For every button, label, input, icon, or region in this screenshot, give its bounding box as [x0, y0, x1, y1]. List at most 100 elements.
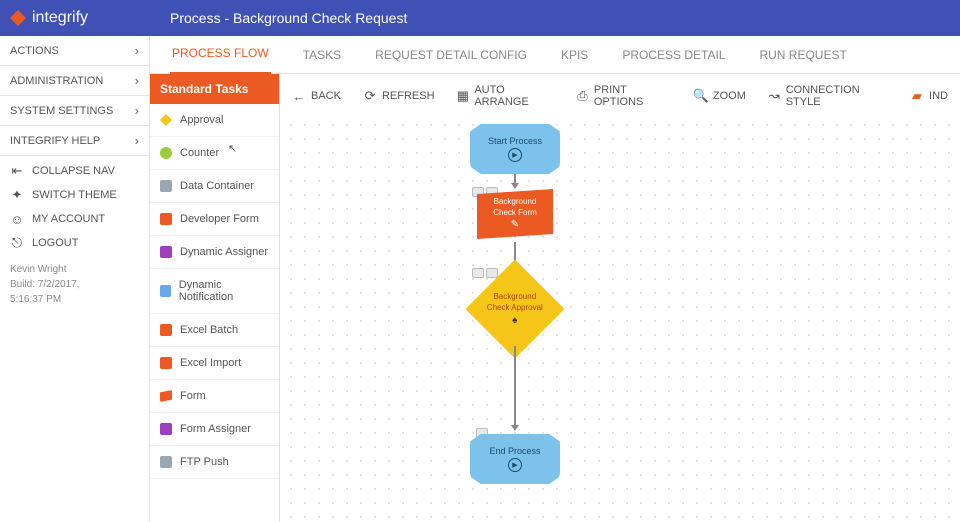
- dynamic-assigner-icon: [160, 246, 172, 258]
- auto-arrange-button[interactable]: ▦ AUTO ARRANGE: [457, 84, 555, 108]
- edit-icon: ✎: [511, 219, 519, 230]
- node-toolbar-icons: [472, 268, 498, 278]
- toolbar-label: PRINT OPTIONS: [594, 84, 672, 108]
- chevron-right-icon: ›: [135, 133, 139, 148]
- nav-integrify-help[interactable]: INTEGRIFY HELP ›: [0, 126, 149, 156]
- nav-actions[interactable]: ACTIONS ›: [0, 36, 149, 66]
- palette-label: FTP Push: [180, 456, 229, 468]
- palette-label: Dynamic Notification: [179, 279, 269, 303]
- arrow-left-icon: ←: [292, 89, 306, 103]
- toolbar-label: BACK: [311, 90, 341, 102]
- palette-label: Developer Form: [180, 213, 259, 225]
- flow-canvas[interactable]: Start Process ▶: [280, 114, 960, 522]
- node-label-line1: Background: [494, 198, 537, 207]
- dynamic-notification-icon: [160, 285, 171, 297]
- developer-form-icon: [160, 213, 172, 225]
- approval-icon: [160, 114, 172, 126]
- app-header: integrify Process - Background Check Req…: [0, 0, 960, 36]
- tool-label: COLLAPSE NAV: [32, 165, 115, 177]
- brand-logo: integrify: [10, 9, 150, 27]
- refresh-icon: ⟳: [363, 89, 377, 103]
- nav-system-settings[interactable]: SYSTEM SETTINGS ›: [0, 96, 149, 126]
- palette-item-excel-import[interactable]: Excel Import: [150, 347, 279, 380]
- node-label-line1: Background: [494, 293, 537, 302]
- palette-label: Excel Import: [180, 357, 241, 369]
- tab-process-detail[interactable]: PROCESS DETAIL: [620, 36, 727, 74]
- palette-label: Counter: [180, 147, 219, 159]
- cursor-icon: ↖: [228, 142, 237, 155]
- ftp-push-icon: [160, 456, 172, 468]
- nav-label: ACTIONS: [10, 45, 59, 57]
- palette-label: Dynamic Assigner: [180, 246, 268, 258]
- node-label-line2: Check Form: [493, 209, 537, 218]
- tab-strip: PROCESS FLOW TASKS REQUEST DETAIL CONFIG…: [150, 36, 960, 74]
- connection-icon: ↝: [768, 89, 781, 103]
- build-time: 5:16:37 PM: [10, 292, 139, 307]
- tab-process-flow[interactable]: PROCESS FLOW: [170, 34, 271, 75]
- play-icon: ▶: [508, 458, 522, 472]
- palette-item-form-assigner[interactable]: Form Assigner: [150, 413, 279, 446]
- print-options-button[interactable]: ⎙ PRINT OPTIONS: [576, 84, 672, 108]
- palette-item-dynamic-assigner[interactable]: Dynamic Assigner: [150, 236, 279, 269]
- tab-tasks[interactable]: TASKS: [301, 36, 343, 74]
- switch-theme-button[interactable]: ✦ SWITCH THEME: [10, 188, 139, 202]
- palette-label: Form: [180, 390, 206, 402]
- approval-icon: ♠: [512, 314, 517, 325]
- my-account-button[interactable]: ☺ MY ACCOUNT: [10, 212, 139, 226]
- palette-item-form[interactable]: Form: [150, 380, 279, 413]
- zoom-icon: 🔍: [694, 89, 708, 103]
- toolbar-label: CONNECTION STYLE: [786, 84, 888, 108]
- palette-item-counter[interactable]: Counter ↖: [150, 137, 279, 170]
- node-label: End Process: [489, 446, 540, 456]
- palette-item-developer-form[interactable]: Developer Form: [150, 203, 279, 236]
- palette-title: Standard Tasks: [150, 74, 279, 104]
- left-nav: ACTIONS › ADMINISTRATION › SYSTEM SETTIN…: [0, 36, 150, 522]
- toolbar-label: IND: [929, 90, 948, 102]
- node-background-check-approval[interactable]: Background Check Approval ♠: [470, 274, 560, 344]
- nav-label: INTEGRIFY HELP: [10, 135, 100, 147]
- account-icon: ☺: [10, 212, 24, 226]
- form-icon: [160, 390, 172, 402]
- tab-kpis[interactable]: KPIS: [559, 36, 590, 74]
- palette-item-approval[interactable]: Approval: [150, 104, 279, 137]
- connection-style-button[interactable]: ↝ CONNECTION STYLE: [768, 84, 888, 108]
- nav-administration[interactable]: ADMINISTRATION ›: [0, 66, 149, 96]
- tab-request-detail-config[interactable]: REQUEST DETAIL CONFIG: [373, 36, 529, 74]
- chevron-right-icon: ›: [135, 103, 139, 118]
- back-button[interactable]: ← BACK: [292, 89, 341, 103]
- counter-icon: [160, 147, 172, 159]
- toolbar-label: ZOOM: [713, 90, 746, 102]
- task-icon: [472, 268, 484, 278]
- flow-arrow: [514, 346, 516, 430]
- grid-icon: ▦: [457, 89, 470, 103]
- node-background-check-form[interactable]: Background Check Form ✎: [470, 189, 560, 239]
- page-title: Process - Background Check Request: [170, 10, 407, 26]
- current-user: Kevin Wright: [10, 262, 139, 277]
- node-end-process[interactable]: End Process ▶: [470, 434, 560, 484]
- collapse-nav-button[interactable]: ⇤ COLLAPSE NAV: [10, 164, 139, 178]
- palette-item-ftp-push[interactable]: FTP Push: [150, 446, 279, 479]
- indicator-button[interactable]: ▰ IND: [910, 89, 948, 103]
- user-meta: Kevin Wright Build: 7/2/2017, 5:16:37 PM: [0, 258, 149, 311]
- node-start-process[interactable]: Start Process ▶: [470, 124, 560, 174]
- palette-item-excel-batch[interactable]: Excel Batch: [150, 314, 279, 347]
- brand-name: integrify: [32, 9, 88, 27]
- node-label: Start Process: [488, 136, 542, 146]
- toolbar-label: AUTO ARRANGE: [474, 84, 554, 108]
- toolbar-label: REFRESH: [382, 90, 435, 102]
- logout-icon: ⎋: [10, 236, 24, 250]
- logout-button[interactable]: ⎋ LOGOUT: [10, 236, 139, 250]
- zoom-button[interactable]: 🔍 ZOOM: [694, 89, 746, 103]
- palette-label: Form Assigner: [180, 423, 251, 435]
- collapse-icon: ⇤: [10, 164, 24, 178]
- palette-item-data-container[interactable]: Data Container: [150, 170, 279, 203]
- play-icon: ▶: [508, 148, 522, 162]
- theme-icon: ✦: [10, 188, 24, 202]
- tool-label: MY ACCOUNT: [32, 213, 105, 225]
- tab-run-request[interactable]: RUN REQUEST: [757, 36, 848, 74]
- refresh-button[interactable]: ⟳ REFRESH: [363, 89, 435, 103]
- palette-label: Excel Batch: [180, 324, 238, 336]
- palette-item-dynamic-notification[interactable]: Dynamic Notification: [150, 269, 279, 314]
- logo-icon: [10, 10, 26, 26]
- data-container-icon: [160, 180, 172, 192]
